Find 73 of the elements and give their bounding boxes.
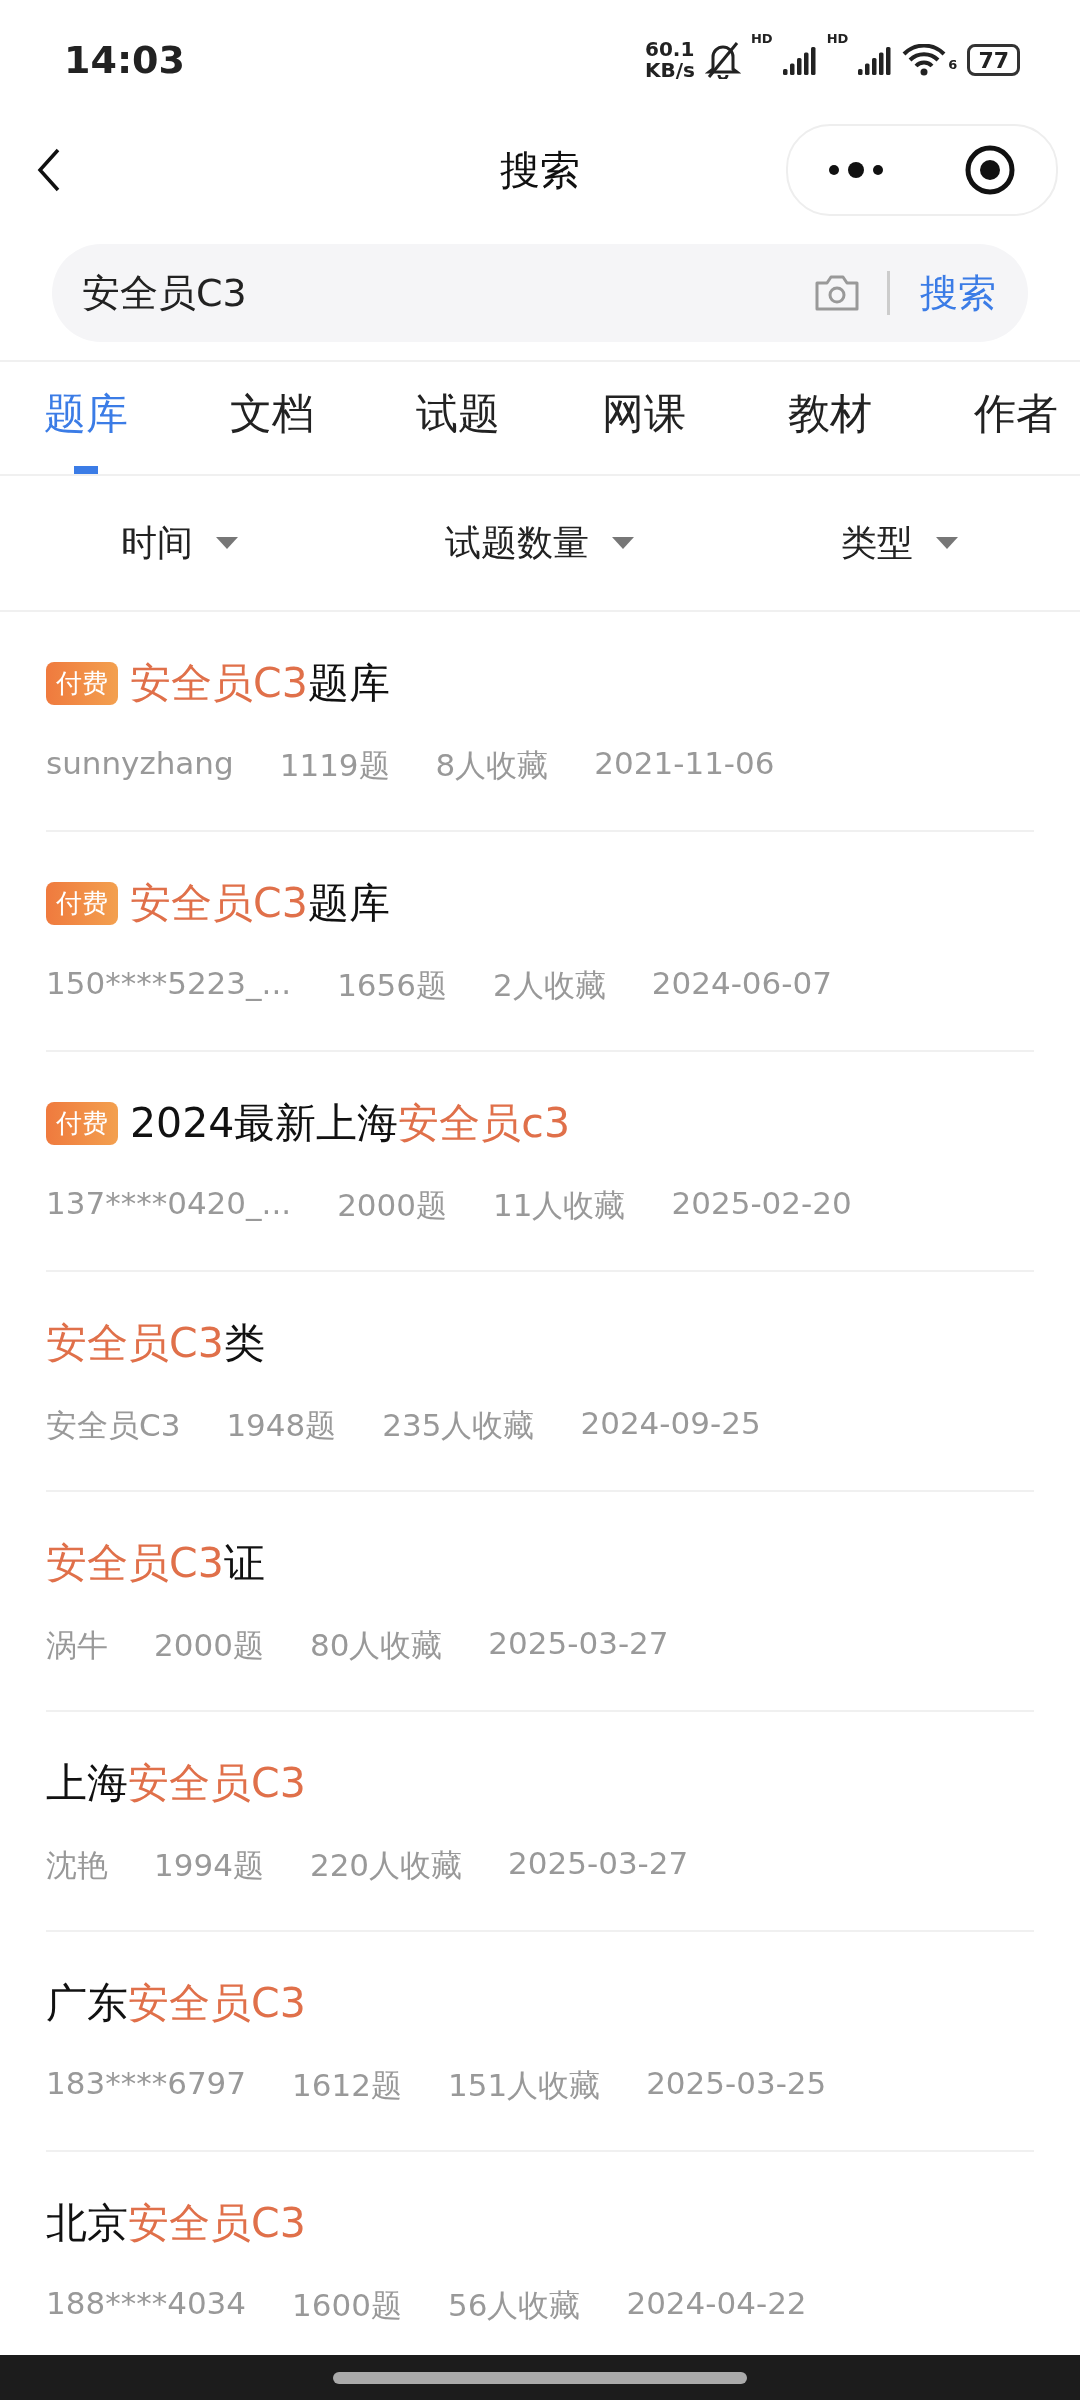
favorite-count: 56人收藏 (447, 2285, 581, 2325)
update-date: 2021-11-06 (594, 744, 775, 783)
category-tab[interactable]: 题库 (44, 362, 128, 474)
update-date: 2025-03-25 (646, 2064, 827, 2103)
favorite-count: 8人收藏 (435, 745, 549, 785)
favorite-count: 11人收藏 (493, 1185, 626, 1225)
favorite-count: 220人收藏 (309, 1845, 463, 1885)
author-name: 188****4034 (46, 2284, 247, 2323)
result-title[interactable]: 上海安全员C3 (46, 1755, 306, 1811)
question-count: 1948题 (226, 1405, 337, 1445)
author-name: 安全员C3 (46, 1405, 181, 1445)
network-speed: 60.1 KB/s (645, 39, 695, 81)
update-date: 2025-02-20 (671, 1184, 852, 1223)
category-tab[interactable]: 文档 (230, 362, 314, 474)
home-indicator[interactable] (333, 2371, 747, 2384)
filter-dropdown[interactable]: 试题数量 (360, 517, 720, 569)
author-name: sunnyzhang (46, 744, 234, 783)
update-date: 2024-04-22 (626, 2284, 807, 2323)
category-tab[interactable]: 作者 (974, 362, 1058, 474)
wifi-icon (902, 44, 947, 76)
wifi-label: 6 (948, 57, 958, 72)
category-tab[interactable]: 教材 (788, 362, 872, 474)
result-title[interactable]: 广东安全员C3 (46, 1975, 306, 2031)
question-count: 2000题 (337, 1185, 448, 1225)
page-title: 搜索 (500, 145, 580, 195)
network-type-label: HD (751, 31, 773, 46)
update-date: 2025-03-27 (488, 1624, 669, 1663)
back-icon[interactable] (36, 148, 62, 192)
search-field[interactable]: 安全员C3 搜索 (52, 244, 1028, 342)
result-title[interactable]: 安全员C3题库 (130, 875, 390, 931)
question-count: 1119题 (279, 745, 390, 785)
result-title[interactable]: 2024最新上海安全员c3 (130, 1095, 570, 1151)
signal-icon (782, 45, 817, 75)
camera-icon[interactable] (813, 273, 861, 313)
result-title[interactable]: 安全员C3题库 (130, 655, 390, 711)
result-title[interactable]: 北京安全员C3 (46, 2195, 306, 2251)
result-title[interactable]: 安全员C3证 (46, 1535, 265, 1591)
result-title[interactable]: 安全员C3类 (46, 1315, 265, 1371)
search-button[interactable]: 搜索 (916, 267, 1000, 319)
question-count: 1600题 (292, 2285, 402, 2325)
author-name: 183****6797 (46, 2064, 247, 2103)
question-count: 1994题 (154, 1845, 264, 1885)
filter-dropdown[interactable]: 类型 (720, 517, 1080, 569)
favorite-count: 151人收藏 (447, 2065, 601, 2105)
signal-icon (858, 45, 893, 75)
dropdown-caret-icon (611, 536, 635, 550)
category-tab[interactable]: 网课 (602, 362, 686, 474)
author-name: 137****0420_... (46, 1184, 292, 1223)
paid-tag: 付费 (46, 881, 118, 925)
paid-tag: 付费 (46, 1101, 118, 1145)
author-name: 150****5223_... (46, 964, 292, 1003)
battery-indicator: 77 (967, 44, 1020, 76)
update-date: 2024-06-07 (651, 964, 832, 1003)
author-name: 涡牛 (46, 1625, 108, 1665)
paid-tag: 付费 (46, 661, 118, 705)
search-input[interactable]: 安全员C3 (80, 270, 813, 316)
status-time: 14:03 (64, 38, 185, 82)
filter-dropdown[interactable]: 时间 (0, 517, 360, 569)
favorite-count: 235人收藏 (382, 1405, 535, 1445)
network-type-label: HD (826, 31, 849, 46)
favorite-count: 2人收藏 (493, 965, 606, 1005)
update-date: 2025-03-27 (508, 1844, 689, 1883)
favorite-count: 80人收藏 (309, 1625, 443, 1665)
category-tab[interactable]: 试题 (416, 362, 500, 474)
question-count: 1656题 (337, 965, 448, 1005)
bell-muted-icon (705, 41, 741, 79)
dropdown-caret-icon (215, 536, 239, 550)
update-date: 2024-09-25 (580, 1404, 761, 1443)
question-count: 2000题 (154, 1625, 264, 1665)
author-name: 沈艳 (46, 1845, 108, 1885)
question-count: 1612题 (292, 2065, 402, 2105)
dropdown-caret-icon (935, 536, 959, 550)
more-icon[interactable] (828, 160, 884, 180)
